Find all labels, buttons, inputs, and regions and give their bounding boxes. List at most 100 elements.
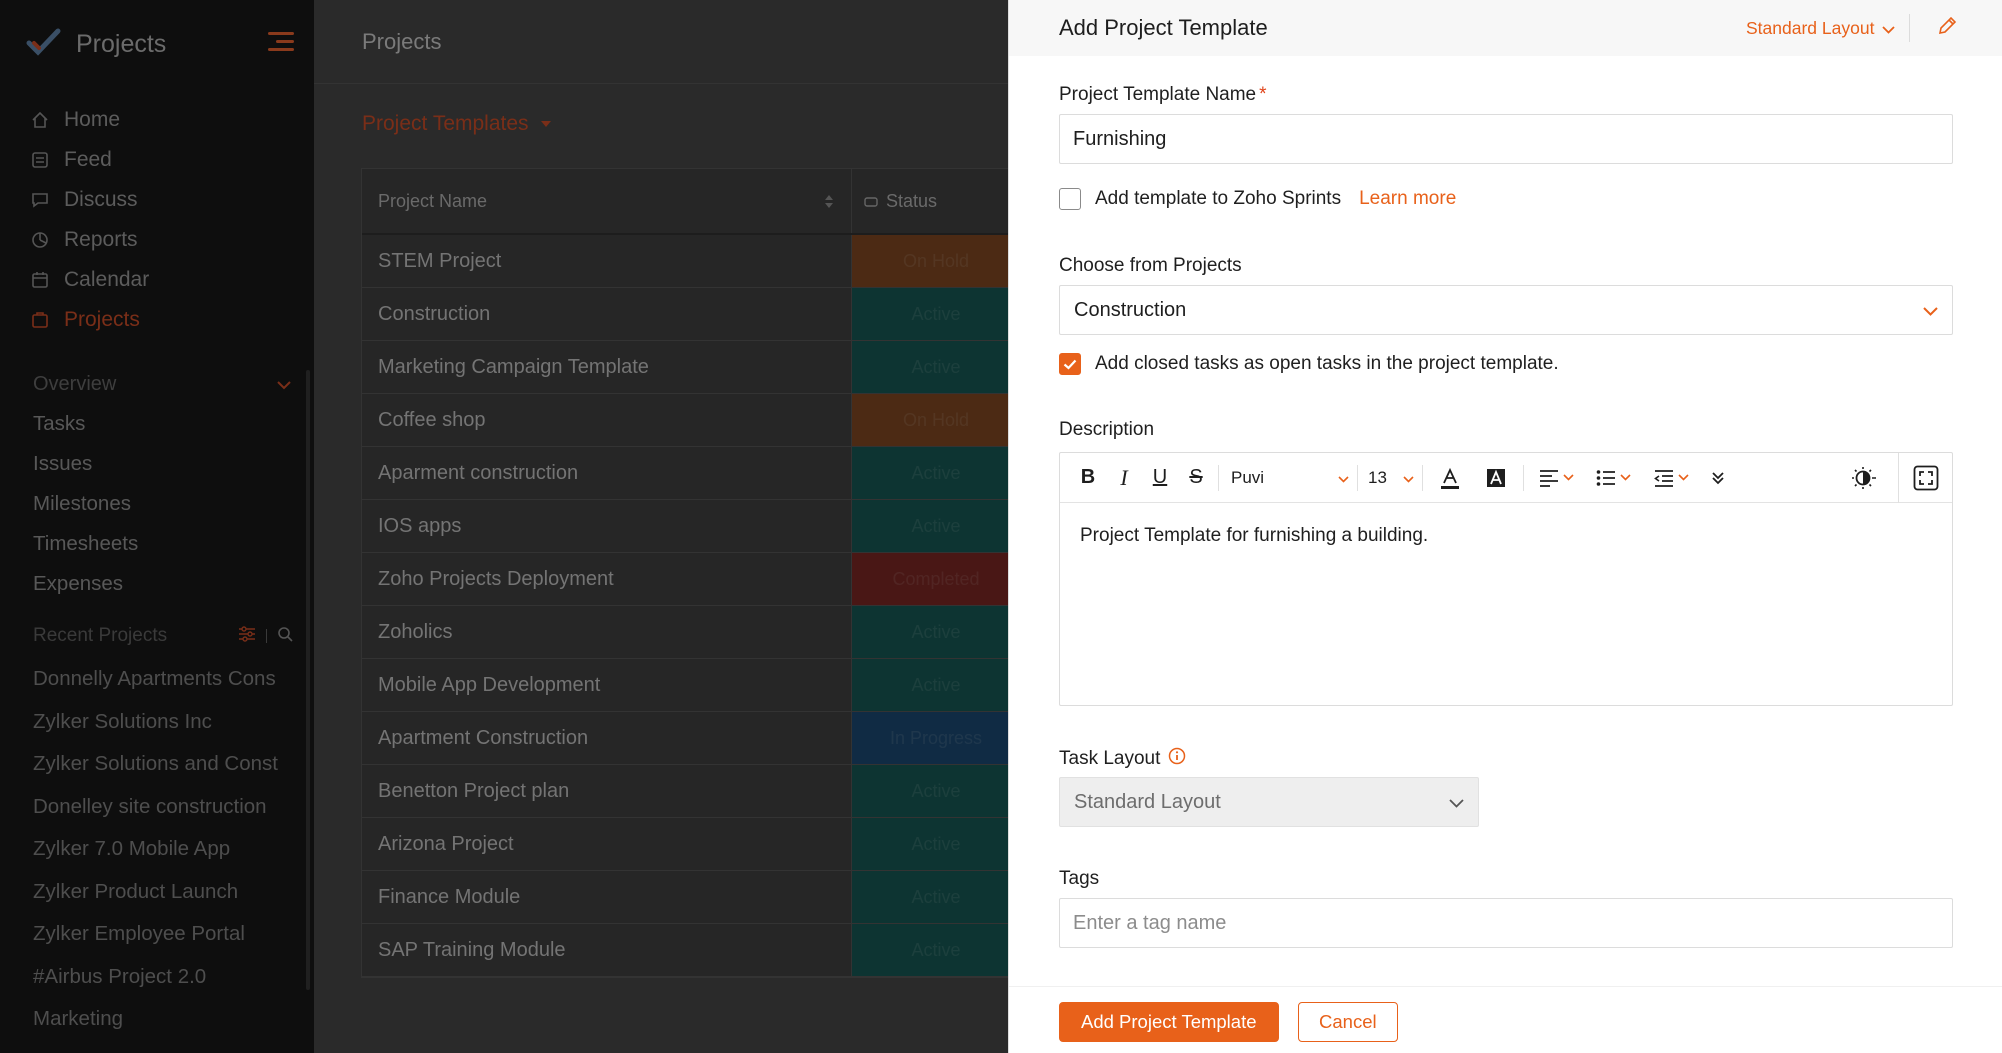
project-name-cell[interactable]: SAP Training Module [362,924,852,976]
view-selector[interactable]: Project Templates [362,112,551,136]
project-name-cell[interactable]: Construction [362,288,852,340]
underline-button[interactable]: U [1142,460,1178,496]
align-dropdown[interactable] [1528,460,1584,496]
table-row[interactable]: Finance Module Active [362,871,1020,924]
sort-icon[interactable] [825,194,833,208]
status-badge[interactable]: Active [852,818,1020,870]
recent-project-item[interactable]: Zylker 7.0 Mobile App [33,828,288,871]
project-name-cell[interactable]: Aparment construction [362,447,852,499]
nav-item-feed[interactable]: Feed [30,140,149,180]
recent-project-item[interactable]: #Airbus Project 2.0 [33,956,288,999]
column-header-project-name[interactable]: Project Name [362,169,852,233]
recent-project-item[interactable]: Zylker Solutions and Const [33,743,288,786]
nav-item-projects[interactable]: Projects [30,300,149,340]
status-badge[interactable]: Active [852,765,1020,817]
table-row[interactable]: Aparment construction Active [362,447,1020,500]
font-size-dropdown[interactable]: 13 [1362,460,1418,496]
project-name-cell[interactable]: Finance Module [362,871,852,923]
nav-item-reports[interactable]: Reports [30,220,149,260]
info-icon[interactable] [1168,747,1186,771]
table-row[interactable]: STEM Project On Hold [362,235,1020,288]
fullscreen-button[interactable] [1898,453,1952,503]
status-badge[interactable]: Active [852,659,1020,711]
sidebar-item-timesheets[interactable]: Timesheets [33,524,138,564]
italic-button[interactable]: I [1106,460,1142,496]
recent-project-item[interactable]: Zylker Employee Portal [33,913,288,956]
sidebar-item-milestones[interactable]: Milestones [33,484,138,524]
status-badge[interactable]: Active [852,500,1020,552]
status-badge[interactable]: On Hold [852,235,1020,287]
highlight-color-button[interactable] [1473,460,1519,496]
edit-pencil-icon[interactable] [1937,16,1959,38]
table-row[interactable]: Zoho Projects Deployment Completed [362,553,1020,606]
project-name-cell[interactable]: Arizona Project [362,818,852,870]
table-row[interactable]: Marketing Campaign Template Active [362,341,1020,394]
project-name-cell[interactable]: Benetton Project plan [362,765,852,817]
table-row[interactable]: Zoholics Active [362,606,1020,659]
recent-project-item[interactable]: Zylker Product Launch [33,871,288,914]
indent-dropdown[interactable] [1642,460,1700,496]
status-badge[interactable]: Active [852,341,1020,393]
learn-more-link[interactable]: Learn more [1359,188,1456,210]
status-badge[interactable]: Active [852,447,1020,499]
project-name-cell[interactable]: Coffee shop [362,394,852,446]
search-icon[interactable] [277,626,293,647]
add-project-template-button[interactable]: Add Project Template [1059,1002,1279,1042]
font-family-dropdown[interactable]: Puvi [1223,460,1353,496]
nav-item-discuss[interactable]: Discuss [30,180,149,220]
status-badge[interactable]: Active [852,871,1020,923]
theme-toggle-button[interactable] [1846,460,1882,496]
table-row[interactable]: Arizona Project Active [362,818,1020,871]
table-row[interactable]: SAP Training Module Active [362,924,1020,977]
brand[interactable]: Projects [26,24,166,64]
recent-project-item[interactable]: Marketing [33,998,288,1041]
menu-collapse-icon[interactable] [268,32,294,52]
sidebar-item-tasks[interactable]: Tasks [33,404,138,444]
project-name-cell[interactable]: IOS apps [362,500,852,552]
recent-project-item[interactable]: Donnelly Apartments Cons [33,658,288,701]
project-name-cell[interactable]: Zoho Projects Deployment [362,553,852,605]
sidebar-scrollbar[interactable] [306,370,310,990]
bold-button[interactable]: B [1070,460,1106,496]
strikethrough-button[interactable]: S [1178,460,1214,496]
recent-project-item[interactable]: Donelley site construction [33,786,288,829]
table-row[interactable]: Coffee shop On Hold [362,394,1020,447]
overview-section-toggle[interactable]: Overview [33,368,291,400]
project-name-cell[interactable]: Apartment Construction [362,712,852,764]
cancel-button[interactable]: Cancel [1298,1002,1398,1042]
sprints-checkbox[interactable] [1059,188,1081,210]
project-name-cell[interactable]: STEM Project [362,235,852,287]
table-row[interactable]: Benetton Project plan Active [362,765,1020,818]
text-color-button[interactable] [1427,460,1473,496]
table-row[interactable]: Apartment Construction In Progress [362,712,1020,765]
table-row[interactable]: IOS apps Active [362,500,1020,553]
task-layout-select[interactable]: Standard Layout [1059,777,1479,827]
choose-projects-select[interactable]: Construction [1059,285,1953,335]
project-name-cell[interactable]: Mobile App Development [362,659,852,711]
nav-item-calendar[interactable]: Calendar [30,260,149,300]
sidebar-item-expenses[interactable]: Expenses [33,564,138,604]
closed-tasks-checkbox[interactable] [1059,353,1081,375]
layout-switch-dropdown[interactable]: Standard Layout [1746,18,1896,39]
status-badge[interactable]: Active [852,606,1020,658]
status-badge[interactable]: Active [852,288,1020,340]
filter-icon[interactable] [238,625,256,647]
status-badge[interactable]: Active [852,924,1020,976]
status-badge[interactable]: Completed [852,553,1020,605]
tags-input[interactable] [1059,898,1953,948]
nav-label: Home [64,108,121,131]
table-row[interactable]: Construction Active [362,288,1020,341]
recent-project-item[interactable]: Zylker Solutions Inc [33,701,288,744]
list-dropdown[interactable] [1584,460,1642,496]
project-name-cell[interactable]: Zoholics [362,606,852,658]
more-options-button[interactable] [1700,460,1736,496]
template-name-input[interactable] [1059,114,1953,164]
column-header-status[interactable]: Status [852,169,1020,233]
editor-content[interactable]: Project Template for furnishing a buildi… [1060,503,1952,569]
status-badge[interactable]: In Progress [852,712,1020,764]
nav-item-home[interactable]: Home [30,100,149,140]
sidebar-item-issues[interactable]: Issues [33,444,138,484]
table-row[interactable]: Mobile App Development Active [362,659,1020,712]
project-name-cell[interactable]: Marketing Campaign Template [362,341,852,393]
status-badge[interactable]: On Hold [852,394,1020,446]
